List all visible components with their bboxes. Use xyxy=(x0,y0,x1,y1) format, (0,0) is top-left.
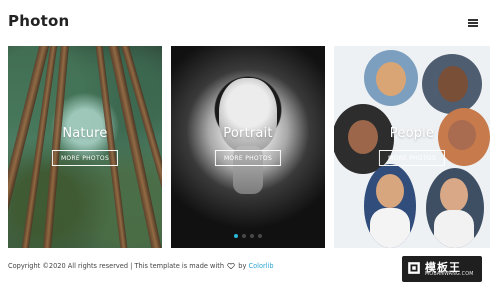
footer-copyright: Copyright ©2020 All rights reserved | Th… xyxy=(8,262,274,270)
footer-by: by xyxy=(238,262,247,270)
watermark-badge: 模板王 MOBANWANG.COM xyxy=(402,256,482,282)
gallery-card-portrait[interactable]: Portrait MORE PHOTOS xyxy=(171,46,325,248)
pagination-dot[interactable] xyxy=(258,234,262,238)
nature-photo xyxy=(8,46,162,248)
footer-text: Copyright ©2020 All rights reserved | Th… xyxy=(8,262,225,270)
card-title: Nature xyxy=(62,126,108,141)
page-header: Photon xyxy=(0,0,490,46)
logo-icon xyxy=(408,262,420,274)
gallery-card-people[interactable]: People MORE PHOTOS xyxy=(334,46,490,248)
people-photo xyxy=(334,46,490,248)
card-title: Portrait xyxy=(223,126,273,141)
menu-icon[interactable] xyxy=(468,16,482,28)
brand-logo[interactable]: Photon xyxy=(8,12,69,30)
gallery-card-nature[interactable]: Nature MORE PHOTOS xyxy=(8,46,162,248)
menu-icon-line xyxy=(468,25,478,27)
heart-icon xyxy=(227,262,235,269)
colorlib-link[interactable]: Colorlib xyxy=(248,262,273,270)
pagination-dots xyxy=(171,234,325,240)
card-title: People xyxy=(389,126,435,141)
menu-icon-line xyxy=(468,19,478,21)
watermark-sub-text: MOBANWANG.COM xyxy=(425,272,474,277)
more-photos-button[interactable]: MORE PHOTOS xyxy=(51,150,119,166)
menu-icon-line xyxy=(468,22,478,24)
more-photos-button[interactable]: MORE PHOTOS xyxy=(214,150,282,166)
pagination-dot[interactable] xyxy=(250,234,254,238)
photo-gallery: Nature MORE PHOTOS Portrait MORE PHOTOS xyxy=(0,46,490,248)
pagination-dot-active[interactable] xyxy=(234,234,238,238)
pagination-dot[interactable] xyxy=(242,234,246,238)
more-photos-button[interactable]: MORE PHOTOS xyxy=(378,150,446,166)
portrait-photo xyxy=(171,46,325,248)
